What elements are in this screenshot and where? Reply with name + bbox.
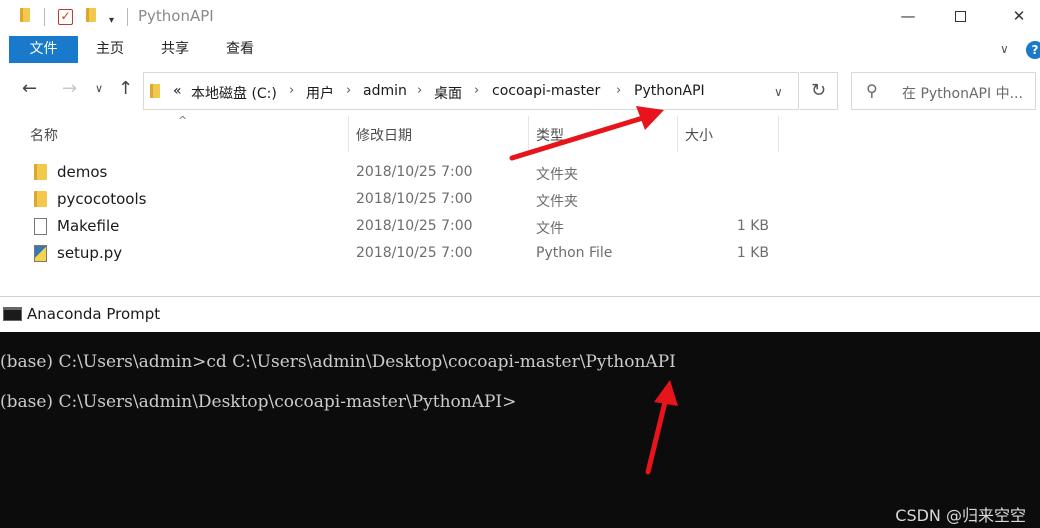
file-icon (34, 218, 47, 239)
file-date: 2018/10/25 7:00 (356, 191, 473, 207)
help-icon[interactable]: ? (1026, 41, 1040, 59)
refresh-icon[interactable]: ↻ (800, 72, 838, 110)
maximize-button[interactable] (935, 0, 985, 32)
ribbon-tabs: 文件 主页 共享 查看 ∨ ? (0, 36, 1040, 64)
breadcrumb-chevron-icon[interactable]: › (346, 83, 351, 98)
column-divider[interactable] (528, 116, 529, 152)
sort-ascending-icon: ^ (178, 114, 188, 127)
folder-icon (34, 191, 47, 211)
breadcrumb-local-disk[interactable]: 本地磁盘 (C:) (191, 83, 277, 103)
column-type[interactable]: 类型 (536, 125, 564, 145)
search-box[interactable]: ⚲ 在 PythonAPI 中... (851, 72, 1036, 110)
properties-check-icon[interactable]: ✓ (58, 8, 73, 25)
breadcrumb-desktop[interactable]: 桌面 (434, 83, 462, 103)
tab-home[interactable]: 主页 (96, 36, 124, 63)
file-row[interactable]: demos 2018/10/25 7:00 文件夹 (0, 159, 780, 186)
back-arrow-icon[interactable]: ← (22, 78, 37, 99)
file-row[interactable]: pycocotools 2018/10/25 7:00 文件夹 (0, 186, 780, 213)
file-type: 文件夹 (536, 167, 578, 183)
column-divider[interactable] (348, 116, 349, 152)
breadcrumb-users[interactable]: 用户 (306, 83, 334, 103)
navigation-bar: ← → ∨ ↑ « 本地磁盘 (C:) › 用户 › admin › 桌面 › … (0, 70, 1040, 114)
file-type: 文件 (536, 221, 564, 237)
new-folder-icon[interactable] (86, 8, 96, 26)
search-input[interactable]: 在 PythonAPI 中... (902, 83, 1023, 103)
tab-file[interactable]: 文件 (9, 36, 78, 63)
expand-ribbon-chevron-icon[interactable]: ∨ (1000, 42, 1009, 56)
minimize-button[interactable]: — (883, 0, 933, 32)
breadcrumb-cocoapi-master[interactable]: cocoapi-master (492, 83, 600, 99)
breadcrumb-chevron-icon[interactable]: › (616, 83, 621, 98)
console-output[interactable]: (base) C:\Users\admin>cd C:\Users\admin\… (0, 332, 1040, 528)
file-date: 2018/10/25 7:00 (356, 245, 473, 261)
console-line: (base) C:\Users\admin>cd C:\Users\admin\… (0, 352, 676, 372)
customize-toolbar-icon[interactable]: ▾ (109, 11, 114, 27)
column-date-modified[interactable]: 修改日期 (356, 125, 412, 145)
file-name: Makefile (57, 217, 120, 235)
file-name: demos (57, 163, 108, 181)
folder-icon (34, 164, 47, 184)
address-history-chevron-icon[interactable]: ∨ (774, 85, 783, 99)
file-date: 2018/10/25 7:00 (356, 164, 473, 180)
column-divider[interactable] (677, 116, 678, 152)
python-file-icon (34, 245, 47, 266)
prompt-title: Anaconda Prompt (27, 305, 161, 323)
toolbar-divider (127, 8, 128, 26)
recent-locations-chevron-icon[interactable]: ∨ (95, 82, 103, 95)
title-bar: ✓ ▾ PythonAPI — ✕ (0, 0, 1040, 34)
file-name: setup.py (57, 244, 123, 262)
tab-view[interactable]: 查看 (226, 36, 254, 63)
console-line: (base) C:\Users\admin\Desktop\cocoapi-ma… (0, 392, 517, 412)
prompt-title-bar: Anaconda Prompt (0, 296, 1040, 332)
file-size: 1 KB (736, 245, 769, 261)
watermark: CSDN @归来空空 (895, 506, 1026, 525)
breadcrumb-chevron-icon[interactable]: › (474, 83, 479, 98)
file-size: 1 KB (736, 218, 769, 234)
file-date: 2018/10/25 7:00 (356, 218, 473, 234)
forward-arrow-icon[interactable]: → (62, 78, 77, 99)
breadcrumb-pythonapi[interactable]: PythonAPI (634, 83, 705, 99)
file-row[interactable]: setup.py 2018/10/25 7:00 Python File 1 K… (0, 240, 780, 267)
window-title: PythonAPI (138, 7, 214, 25)
breadcrumb-chevron-icon[interactable]: › (289, 83, 294, 98)
file-type: Python File (536, 245, 613, 261)
folder-icon (20, 8, 30, 26)
file-row[interactable]: Makefile 2018/10/25 7:00 文件 1 KB (0, 213, 780, 240)
breadcrumb-overflow[interactable]: « (173, 83, 182, 99)
breadcrumb-chevron-icon[interactable]: › (417, 83, 422, 98)
toolbar-divider (44, 8, 45, 26)
column-name[interactable]: 名称 (30, 125, 58, 145)
up-arrow-icon[interactable]: ↑ (118, 78, 133, 99)
column-header: ^ 名称 修改日期 类型 大小 (0, 114, 780, 152)
terminal-icon (3, 307, 22, 321)
column-size[interactable]: 大小 (685, 125, 713, 145)
file-name: pycocotools (57, 190, 147, 208)
anaconda-prompt-window: Anaconda Prompt (base) C:\Users\admin>cd… (0, 296, 1040, 528)
column-divider[interactable] (778, 116, 779, 152)
file-type: 文件夹 (536, 194, 578, 210)
tab-share[interactable]: 共享 (161, 36, 189, 63)
search-icon: ⚲ (866, 81, 878, 100)
breadcrumb-admin[interactable]: admin (363, 83, 407, 99)
close-button[interactable]: ✕ (994, 0, 1040, 32)
file-explorer-window: ✓ ▾ PythonAPI — ✕ 文件 主页 共享 查看 ∨ ? ← → ∨ … (0, 0, 1040, 296)
address-bar[interactable]: « 本地磁盘 (C:) › 用户 › admin › 桌面 › cocoapi-… (143, 72, 799, 110)
